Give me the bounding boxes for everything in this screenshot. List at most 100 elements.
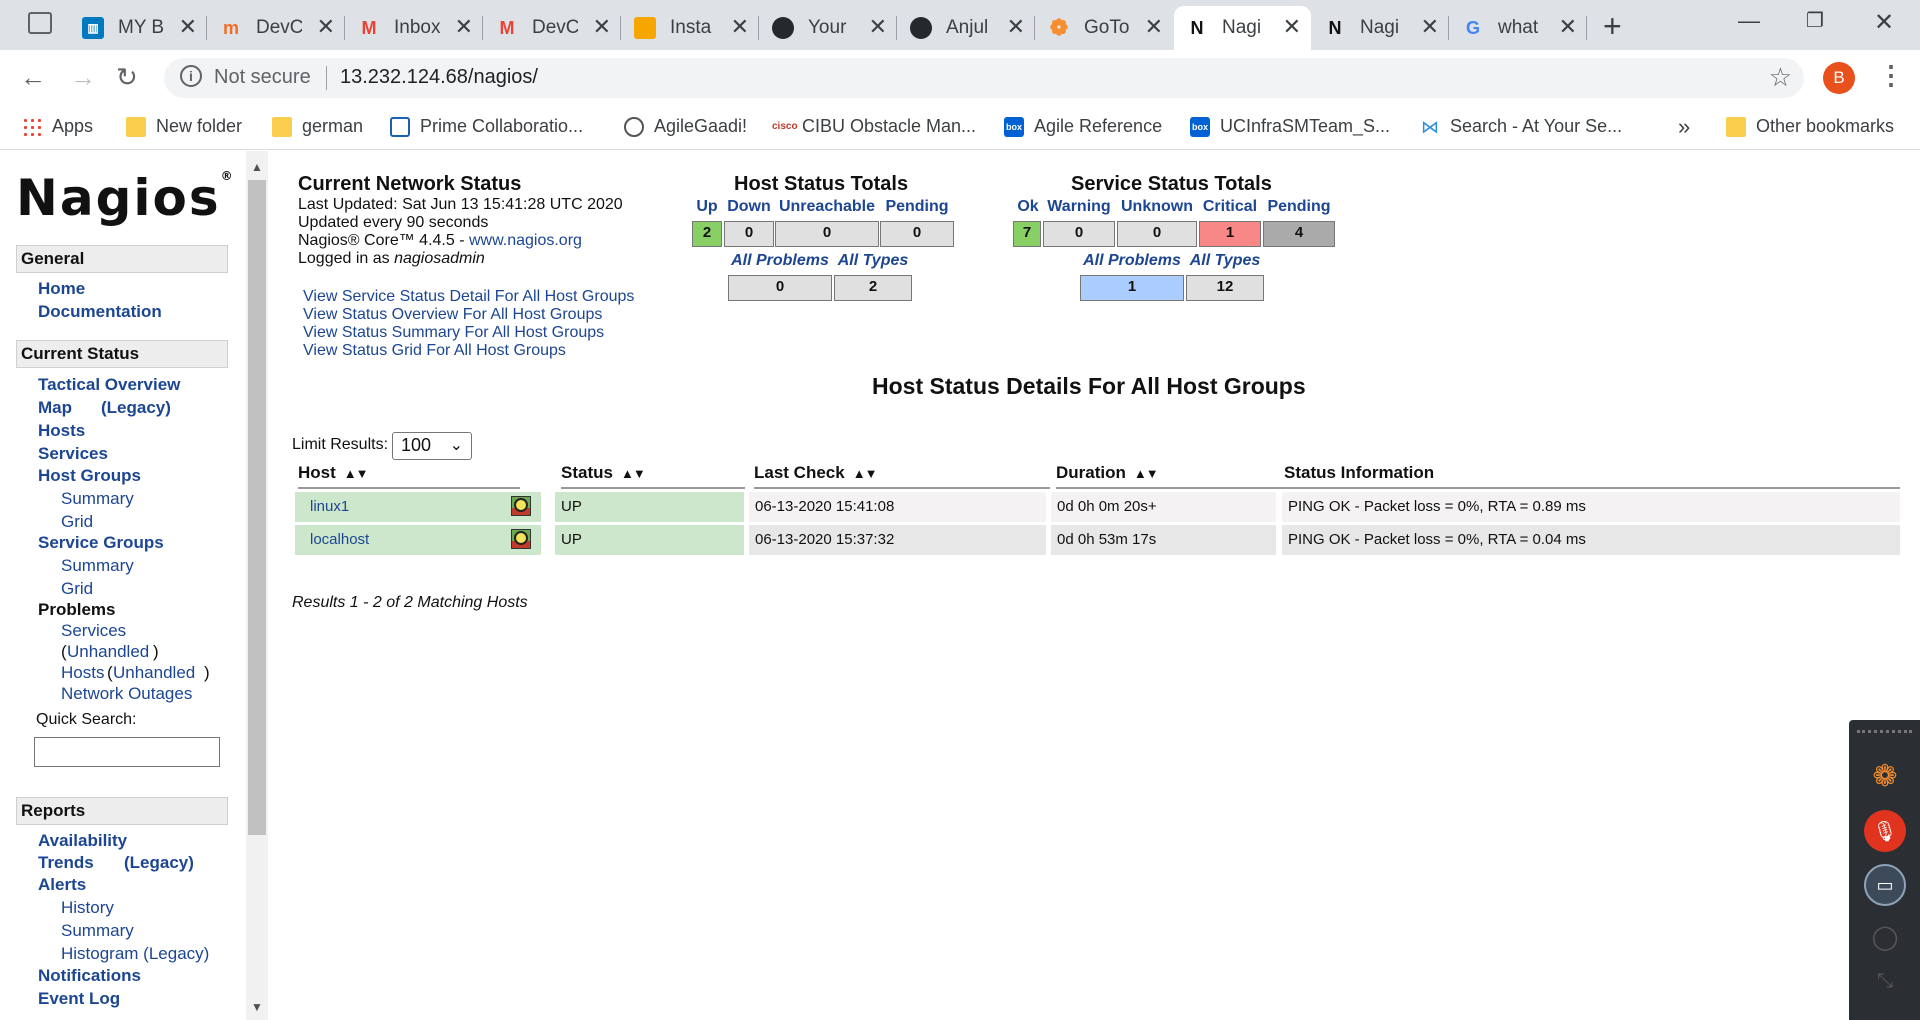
host-up-header[interactable]: Up xyxy=(692,198,722,216)
quick-search-input[interactable] xyxy=(34,737,220,767)
service-pending-header[interactable]: Pending xyxy=(1263,198,1335,216)
sidebar-scrollbar-thumb[interactable] xyxy=(248,180,266,835)
chat-icon[interactable]: ◯ xyxy=(1864,916,1906,958)
nav-alert-summary[interactable]: Summary xyxy=(61,921,134,941)
nav-servicegroup-summary[interactable]: Summary xyxy=(61,556,134,576)
close-tab-icon[interactable]: ✕ xyxy=(317,14,335,40)
nav-problem-services-unhandled[interactable]: Unhandled xyxy=(67,642,149,662)
nav-servicegroup-grid[interactable]: Grid xyxy=(61,579,93,599)
service-unknown-header[interactable]: Unknown xyxy=(1117,198,1197,216)
bookmark-link[interactable]: box Agile Reference xyxy=(1004,116,1162,137)
minimize-button[interactable]: — xyxy=(1738,8,1760,34)
nav-problems[interactable]: Problems xyxy=(38,600,115,620)
service-ok-header[interactable]: Ok xyxy=(1013,198,1043,216)
browser-menu-icon[interactable]: ⋮ xyxy=(1878,60,1904,91)
service-unknown-count[interactable]: 0 xyxy=(1117,221,1197,247)
sort-arrows-icon[interactable]: ▲▼ xyxy=(344,466,369,481)
link-service-status-detail[interactable]: View Service Status Detail For All Host … xyxy=(303,288,634,306)
nav-notifications[interactable]: Notifications xyxy=(38,966,141,986)
browser-tab[interactable]: Anjul ✕ xyxy=(898,6,1035,50)
view-services-icon[interactable] xyxy=(511,529,531,549)
bookmark-link[interactable]: box UCInfraSMTeam_S... xyxy=(1190,116,1390,137)
close-tab-icon[interactable]: ✕ xyxy=(1007,14,1025,40)
host-link[interactable]: linux1 xyxy=(310,498,349,515)
expand-icon[interactable]: ⤡ xyxy=(1864,960,1906,1002)
address-bar[interactable]: i Not secure 13.232.124.68/nagios/ ☆ xyxy=(164,58,1804,98)
more-bookmarks-button[interactable]: » xyxy=(1678,114,1690,140)
nav-documentation[interactable]: Documentation xyxy=(38,302,162,322)
service-ok-count[interactable]: 7 xyxy=(1013,221,1041,247)
nav-problem-hosts[interactable]: Hosts xyxy=(61,663,104,683)
view-services-icon[interactable] xyxy=(511,496,531,516)
link-status-summary[interactable]: View Status Summary For All Host Groups xyxy=(303,324,604,342)
bookmark-folder[interactable]: german xyxy=(272,116,363,137)
sort-arrows-icon[interactable]: ▲▼ xyxy=(1134,466,1159,481)
new-tab-button[interactable]: + xyxy=(1603,8,1622,45)
nav-host-groups[interactable]: Host Groups xyxy=(38,466,141,486)
host-pending-header[interactable]: Pending xyxy=(880,198,954,216)
info-icon[interactable]: i xyxy=(180,65,202,87)
gotomeeting-icon[interactable]: ❁ xyxy=(1864,755,1906,797)
host-down-count[interactable]: 0 xyxy=(724,221,774,247)
bookmark-link[interactable]: AgileGaadi! xyxy=(624,116,747,137)
nav-problem-services[interactable]: Services xyxy=(61,621,126,641)
nav-alerts[interactable]: Alerts xyxy=(38,875,86,895)
host-unreachable-count[interactable]: 0 xyxy=(775,221,879,247)
browser-tab-active[interactable]: N Nagi ✕ xyxy=(1174,6,1311,50)
sort-arrows-icon[interactable]: ▲▼ xyxy=(621,466,646,481)
host-up-count[interactable]: 2 xyxy=(692,221,722,247)
other-bookmarks[interactable]: Other bookmarks xyxy=(1726,116,1894,137)
host-all-problems-count[interactable]: 0 xyxy=(728,275,832,301)
host-all-types-count[interactable]: 2 xyxy=(834,275,912,301)
screen-share-icon[interactable]: ▭ xyxy=(1864,864,1906,906)
bookmark-folder[interactable]: New folder xyxy=(126,116,242,137)
link-status-grid[interactable]: View Status Grid For All Host Groups xyxy=(303,342,566,360)
close-tab-icon[interactable]: ✕ xyxy=(593,14,611,40)
browser-tab[interactable]: M DevC ✕ xyxy=(484,6,621,50)
nav-hosts[interactable]: Hosts xyxy=(38,421,85,441)
nav-map-legacy[interactable]: (Legacy) xyxy=(101,398,171,418)
close-tab-icon[interactable]: ✕ xyxy=(869,14,887,40)
sort-arrows-icon[interactable]: ▲▼ xyxy=(853,466,878,481)
close-tab-icon[interactable]: ✕ xyxy=(731,14,749,40)
service-warning-count[interactable]: 0 xyxy=(1043,221,1115,247)
bookmark-link[interactable]: Prime Collaboratio... xyxy=(390,116,583,137)
nav-event-log[interactable]: Event Log xyxy=(38,989,120,1009)
nav-hostgroup-grid[interactable]: Grid xyxy=(61,512,93,532)
service-all-problems-count[interactable]: 1 xyxy=(1080,275,1184,301)
nav-hostgroup-summary[interactable]: Summary xyxy=(61,489,134,509)
nagios-logo[interactable]: Nagios® xyxy=(16,169,235,227)
bookmark-link[interactable]: ⋈ Search - At Your Se... xyxy=(1420,116,1622,137)
browser-tab[interactable]: Your ✕ xyxy=(760,6,897,50)
browser-tab[interactable]: M Inbox ✕ xyxy=(346,6,483,50)
host-link[interactable]: localhost xyxy=(310,531,369,548)
browser-tab[interactable]: Insta ✕ xyxy=(622,6,759,50)
nav-trends[interactable]: Trends xyxy=(38,853,94,873)
restore-button[interactable]: ❐ xyxy=(1806,8,1824,33)
forward-button[interactable]: → xyxy=(70,62,96,93)
host-all-problems-header[interactable]: All Problems xyxy=(728,252,832,270)
browser-tab[interactable]: G what ✕ xyxy=(1450,6,1587,50)
browser-tab[interactable]: N Nagi ✕ xyxy=(1312,6,1449,50)
close-tab-icon[interactable]: ✕ xyxy=(1421,14,1439,40)
nav-service-groups[interactable]: Service Groups xyxy=(38,533,164,553)
host-all-types-header[interactable]: All Types xyxy=(834,252,912,270)
service-warning-header[interactable]: Warning xyxy=(1043,198,1115,216)
service-critical-header[interactable]: Critical xyxy=(1199,198,1261,216)
nagios-org-link[interactable]: www.nagios.org xyxy=(469,232,582,249)
service-pending-count[interactable]: 4 xyxy=(1263,221,1335,247)
link-status-overview[interactable]: View Status Overview For All Host Groups xyxy=(303,306,602,324)
reload-button[interactable]: ↻ xyxy=(116,62,138,93)
nav-map[interactable]: Map xyxy=(38,398,72,418)
scroll-down-icon[interactable]: ▼ xyxy=(251,1000,263,1014)
nav-availability[interactable]: Availability xyxy=(38,831,127,851)
nav-problem-hosts-unhandled[interactable]: Unhandled xyxy=(113,663,195,683)
host-down-header[interactable]: Down xyxy=(724,198,774,216)
service-all-problems-header[interactable]: All Problems xyxy=(1080,252,1184,270)
bookmark-apps[interactable]: Apps xyxy=(22,116,93,137)
drag-handle[interactable] xyxy=(1857,730,1912,738)
profile-avatar[interactable]: B xyxy=(1823,62,1855,94)
host-unreachable-header[interactable]: Unreachable xyxy=(775,198,879,216)
host-pending-count[interactable]: 0 xyxy=(880,221,954,247)
browser-tab[interactable]: m DevC ✕ xyxy=(208,6,345,50)
